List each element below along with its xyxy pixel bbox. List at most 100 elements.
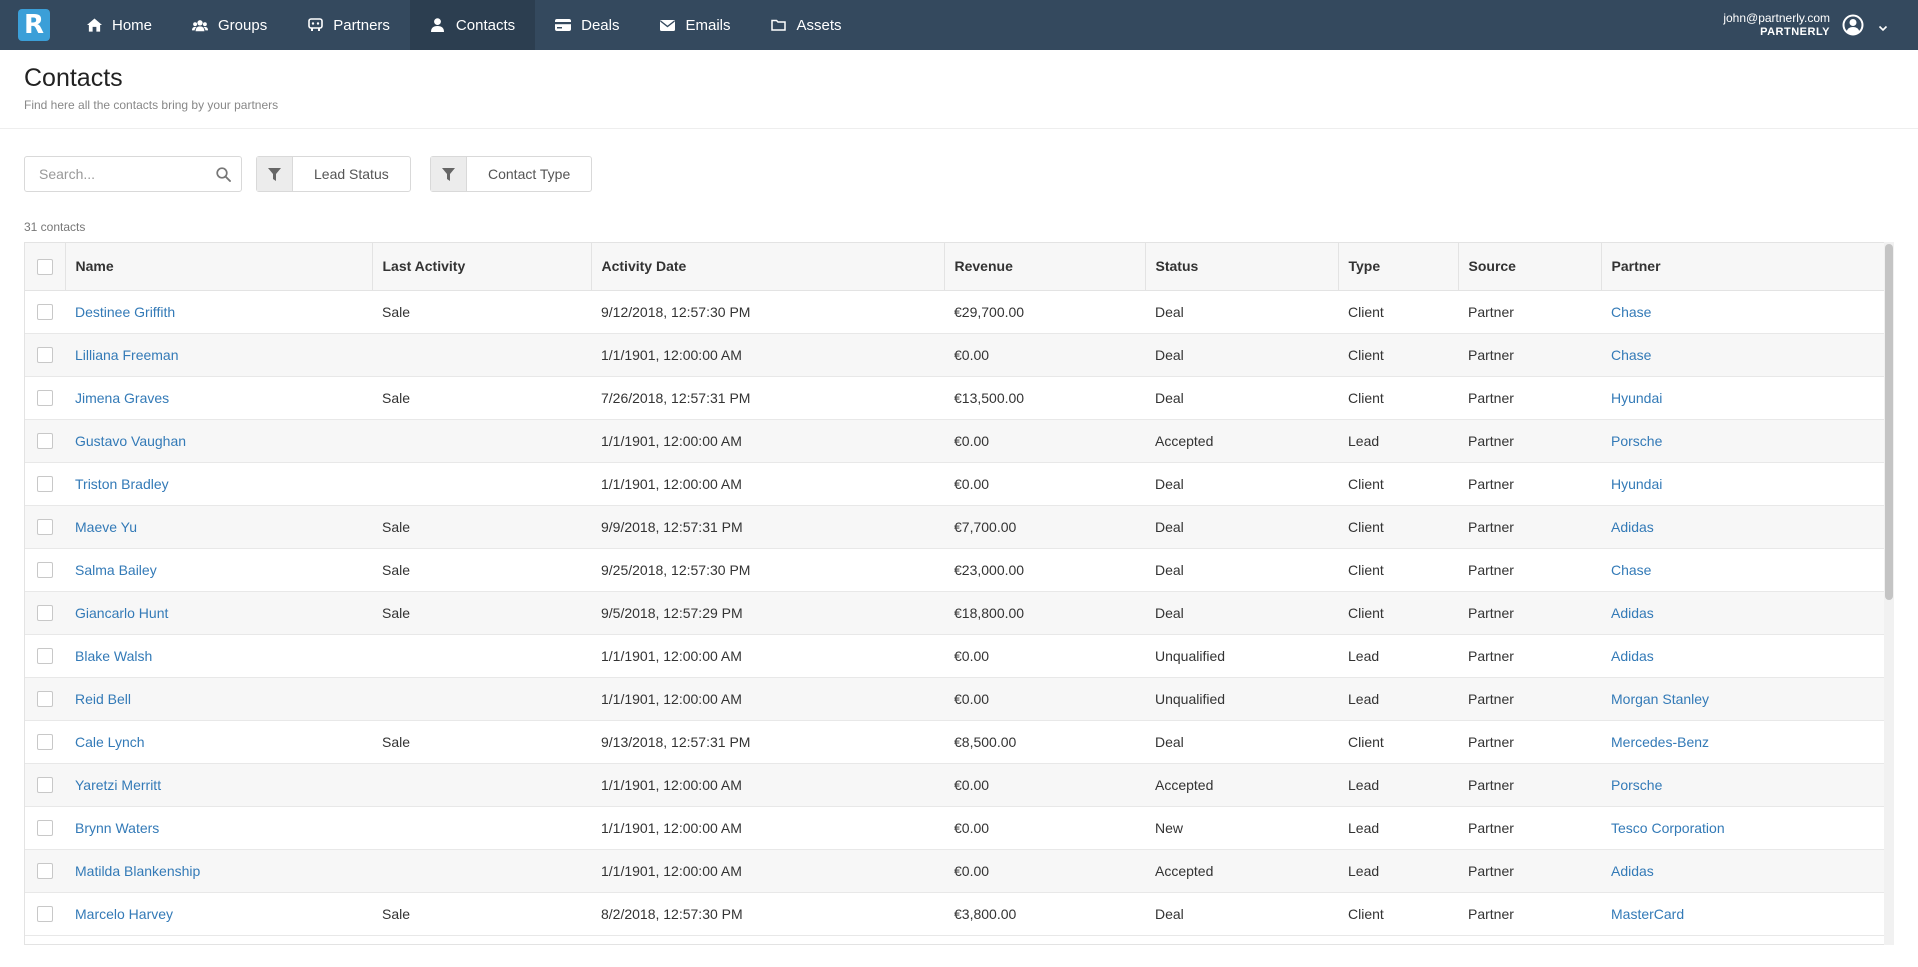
cell-partner[interactable]: MasterCard (1601, 892, 1885, 935)
cell-contact-name[interactable]: Lilliana Freeman (65, 333, 372, 376)
cell-revenue: €3,800.00 (954, 905, 1017, 922)
row-checkbox[interactable] (37, 476, 53, 493)
cell-partner[interactable]: Porsche (1601, 763, 1885, 806)
table-row[interactable]: Giancarlo Hunt Sale 9/5/2018, 12:57:29 PM €… (25, 591, 1885, 634)
cell-contact-name[interactable]: Reid Bell (65, 677, 372, 720)
column-header-type[interactable]: Type (1338, 243, 1459, 291)
cell-partner[interactable]: Adidas (1601, 591, 1885, 634)
cell-contact-name[interactable]: Destinee Griffith (65, 290, 372, 333)
cell-partner[interactable]: Porsche (1601, 419, 1885, 462)
nav-item-contacts[interactable]: Contacts (409, 0, 536, 50)
column-header-revenue[interactable]: Revenue (944, 243, 1146, 291)
cell-contact-name[interactable]: Gustavo Vaughan (65, 419, 372, 462)
row-checkbox[interactable] (37, 691, 53, 708)
row-checkbox[interactable] (37, 605, 53, 622)
cell-status: Accepted (1155, 432, 1214, 449)
cell-partner[interactable]: Chase (1601, 290, 1885, 333)
table-row[interactable]: Salma Bailey Sale 9/25/2018, 12:57:30 PM €2… (25, 548, 1885, 591)
nav-item-home[interactable]: Home (66, 0, 172, 50)
cell-contact-name[interactable]: Marcelo Harvey (65, 892, 372, 935)
filter-icon (257, 157, 293, 191)
cell-contact-name[interactable]: Cale Lynch (65, 720, 372, 763)
cell-contact-name[interactable]: Brynn Waters (65, 806, 372, 849)
column-header-activity-date[interactable]: Activity Date (591, 243, 945, 291)
table-row[interactable]: Lilliana Freeman 1/1/1901, 12:00:00 AM €0.… (25, 333, 1885, 376)
search-input[interactable] (39, 157, 219, 191)
table-scrollbar-thumb[interactable] (1885, 244, 1893, 600)
user-menu[interactable]: john@partnerly.com PARTNERLY (1723, 0, 1888, 50)
cell-partner[interactable]: Chase (1601, 548, 1885, 591)
table-row[interactable]: Matilda Blankenship 1/1/1901, 12:00:00 AM… (25, 849, 1885, 892)
row-checkbox[interactable] (37, 734, 53, 751)
select-all-checkbox[interactable] (37, 258, 53, 275)
contacts-table-container: Name Last Activity Activity Date Revenue… (24, 242, 1894, 945)
cell-contact-name[interactable]: Maeve Yu (65, 505, 372, 548)
cell-contact-name[interactable]: Giancarlo Hunt (65, 591, 372, 634)
table-row[interactable]: Yaretzi Merritt 1/1/1901, 12:00:00 AM €0.0… (25, 763, 1885, 806)
row-checkbox[interactable] (37, 820, 53, 837)
table-row[interactable]: Destinee Griffith Sale 9/12/2018, 12:57:30… (25, 290, 1885, 333)
cell-partner[interactable]: Chase (1601, 333, 1885, 376)
cell-type: Lead (1348, 862, 1380, 879)
row-checkbox[interactable] (37, 648, 53, 665)
cell-partner[interactable]: Hyundai (1601, 462, 1885, 505)
row-select-cell (25, 333, 65, 376)
app-logo[interactable]: R (18, 9, 50, 41)
row-checkbox[interactable] (37, 390, 53, 407)
nav-item-label: Deals (581, 16, 620, 34)
table-row[interactable]: Gustavo Vaughan 1/1/1901, 12:00:00 AM €0.0… (25, 419, 1885, 462)
cell-partner[interactable]: Hyundai (1601, 376, 1885, 419)
cell-contact-name[interactable]: Yaretzi Merritt (65, 763, 372, 806)
cell-type: Client (1348, 389, 1384, 406)
cell-activity-date: 9/13/2018, 12:57:31 PM (601, 733, 751, 750)
column-header-status[interactable]: Status (1145, 243, 1339, 291)
cell-type: Lead (1348, 690, 1380, 707)
table-row[interactable]: Blake Walsh 1/1/1901, 12:00:00 AM €0.00 Unq… (25, 634, 1885, 677)
row-checkbox[interactable] (37, 562, 53, 579)
table-row[interactable]: Triston Bradley 1/1/1901, 12:00:00 AM €0.0… (25, 462, 1885, 505)
cell-contact-name[interactable]: Jimena Graves (65, 376, 372, 419)
cell-contact-name[interactable]: Matilda Blankenship (65, 849, 372, 892)
cell-partner[interactable]: Adidas (1601, 505, 1885, 548)
user-avatar-icon[interactable] (1842, 14, 1864, 36)
table-row[interactable]: Reid Bell 1/1/1901, 12:00:00 AM €0.00 Unqua… (25, 677, 1885, 720)
row-checkbox[interactable] (37, 433, 53, 450)
table-row[interactable]: Brynn Waters 1/1/1901, 12:00:00 AM €0.00 Ne… (25, 806, 1885, 849)
table-row[interactable]: Maeve Yu Sale 9/9/2018, 12:57:31 PM €7,700.… (25, 505, 1885, 548)
search-icon[interactable] (216, 167, 231, 182)
nav-item-partners[interactable]: Partners (287, 0, 410, 50)
column-header-partner[interactable]: Partner (1601, 243, 1885, 291)
row-checkbox[interactable] (37, 347, 53, 364)
nav-item-groups[interactable]: Groups (172, 0, 287, 50)
column-header-last-activity[interactable]: Last Activity (372, 243, 592, 291)
cell-contact-name[interactable]: Triston Bradley (65, 462, 372, 505)
cell-source: Partner (1468, 905, 1514, 922)
cell-contact-name[interactable]: Blake Walsh (65, 634, 372, 677)
row-checkbox[interactable] (37, 906, 53, 923)
column-header-source[interactable]: Source (1458, 243, 1602, 291)
row-checkbox[interactable] (37, 777, 53, 794)
lead-status-filter-button[interactable]: Lead Status (256, 156, 411, 192)
cell-contact-name[interactable]: Salma Bailey (65, 548, 372, 591)
nav-item-deals[interactable]: Deals (535, 0, 639, 50)
nav-item-emails[interactable]: Emails (639, 0, 750, 50)
table-row[interactable]: Cale Lynch Sale 9/13/2018, 12:57:31 PM €8,5… (25, 720, 1885, 763)
cell-partner[interactable]: Adidas (1601, 634, 1885, 677)
cell-partner[interactable]: Tesco Corporation (1601, 806, 1885, 849)
nav-item-assets[interactable]: Assets (751, 0, 862, 50)
cell-revenue: €0.00 (954, 432, 990, 449)
cell-revenue: €0.00 (954, 690, 990, 707)
row-checkbox[interactable] (37, 304, 53, 321)
cell-partner[interactable]: Adidas (1601, 849, 1885, 892)
row-checkbox[interactable] (37, 519, 53, 536)
table-row[interactable]: Marcelo Harvey Sale 8/2/2018, 12:57:30 PM €… (25, 892, 1885, 935)
row-checkbox[interactable] (37, 863, 53, 880)
cell-partner[interactable]: Morgan Stanley (1601, 677, 1885, 720)
cell-status: Accepted (1155, 862, 1214, 879)
contact-type-filter-button[interactable]: Contact Type (430, 156, 593, 192)
table-row[interactable]: Jimena Graves Sale 7/26/2018, 12:57:31 PM €… (25, 376, 1885, 419)
cell-status: Deal (1155, 389, 1184, 406)
column-header-name[interactable]: Name (65, 243, 373, 291)
chevron-down-icon[interactable] (1878, 20, 1888, 32)
cell-partner[interactable]: Mercedes-Benz (1601, 720, 1885, 763)
